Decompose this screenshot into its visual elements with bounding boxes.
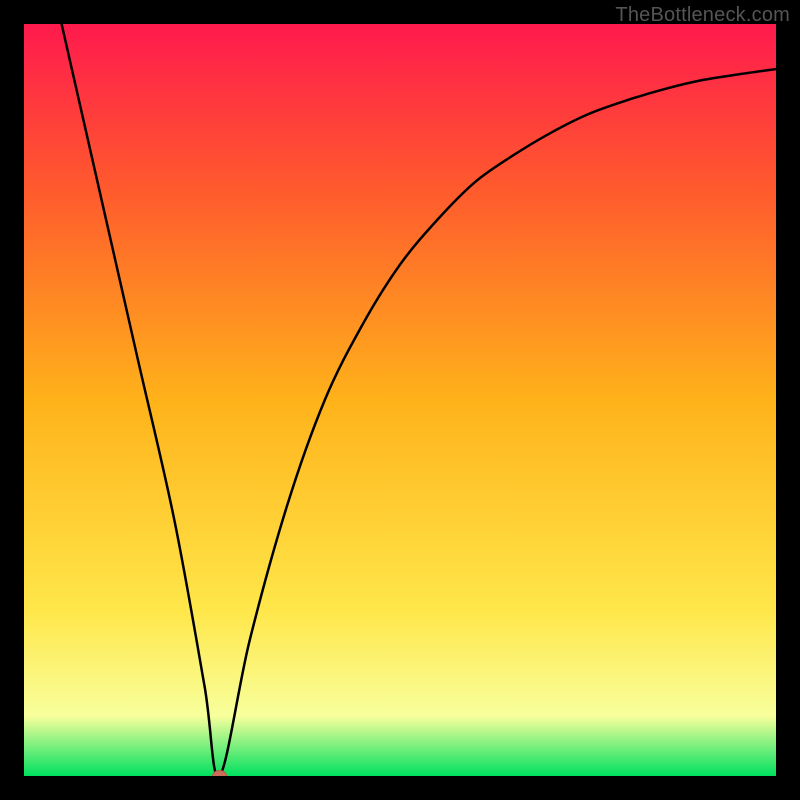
bottleneck-chart xyxy=(24,24,776,776)
gradient-background xyxy=(24,24,776,776)
attribution-text: TheBottleneck.com xyxy=(615,4,790,27)
chart-frame xyxy=(24,24,776,776)
